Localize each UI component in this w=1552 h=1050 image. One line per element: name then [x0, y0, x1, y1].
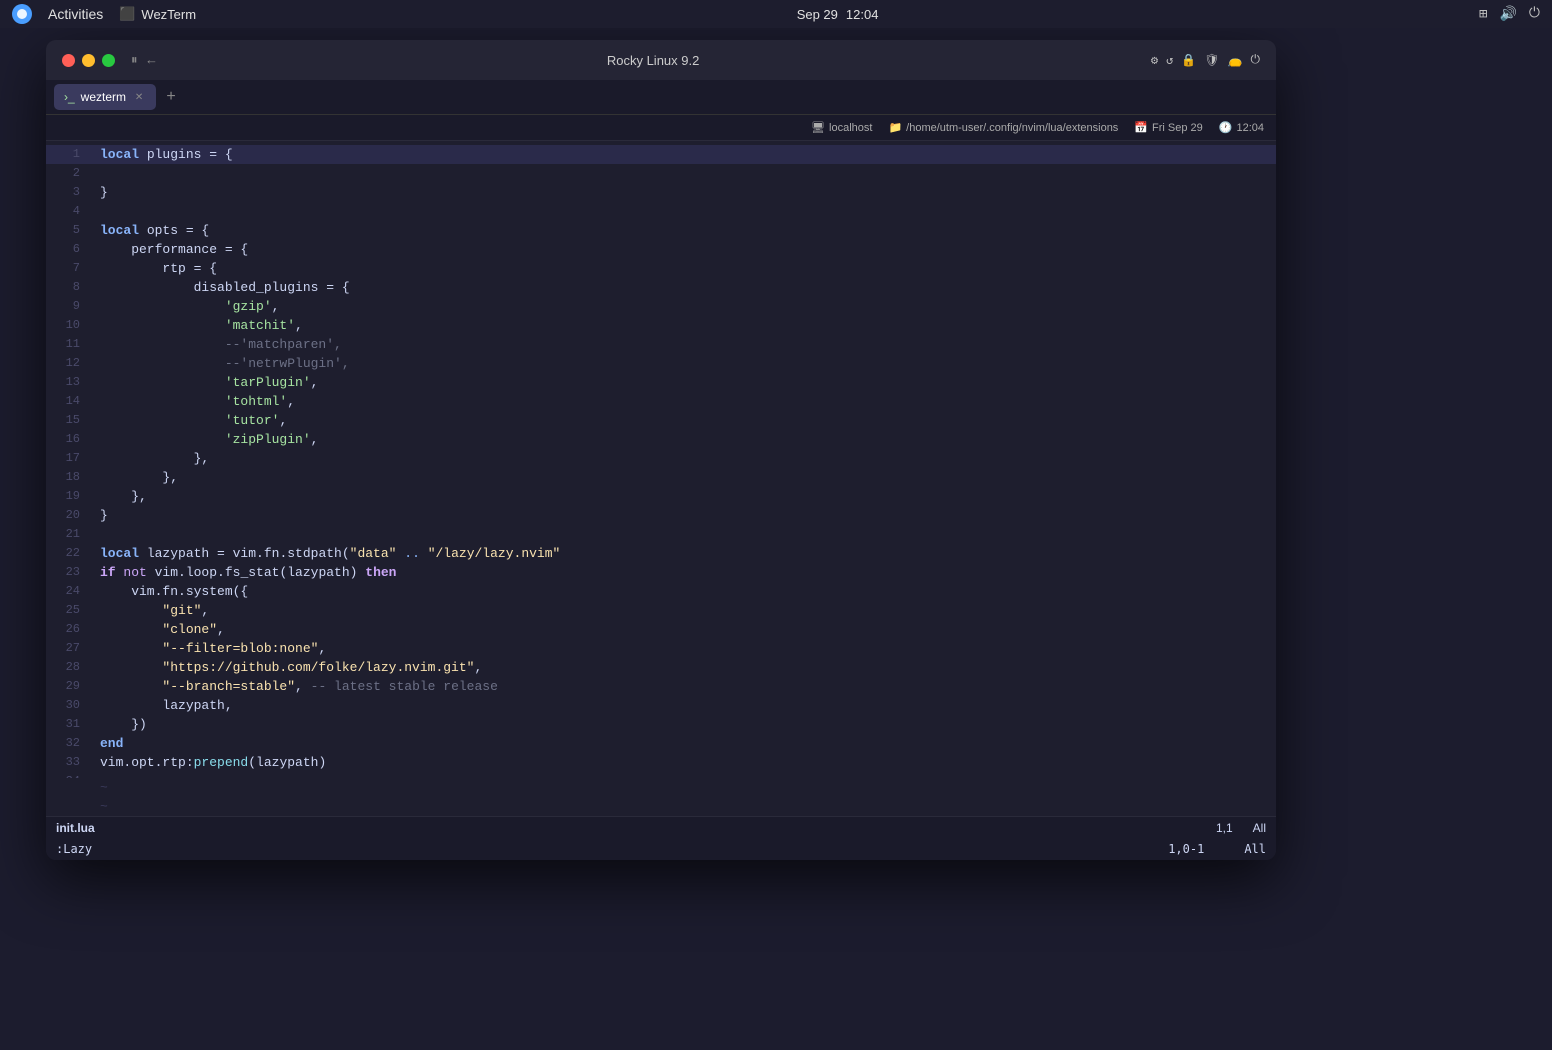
- folder-icon: 📁: [888, 121, 902, 134]
- tilde-line-1: ~: [46, 778, 1276, 797]
- system-bar-center: Sep 29 12:04: [797, 7, 879, 22]
- code-line-25: 25 "git",: [46, 601, 1276, 620]
- code-line-18: 18 },: [46, 468, 1276, 487]
- host-icon: 🖥: [811, 121, 825, 134]
- status-position: 1,1: [1216, 821, 1233, 835]
- code-line-20: 20}: [46, 506, 1276, 525]
- code-line-11: 11 --'matchparen',: [46, 335, 1276, 354]
- code-line-19: 19 },: [46, 487, 1276, 506]
- tab-close-button[interactable]: ✕: [132, 90, 146, 104]
- code-line-10: 10 'matchit',: [46, 316, 1276, 335]
- code-line-27: 27 "--filter=blob:none",: [46, 639, 1276, 658]
- titlebar-right: ⚙ ↺ 🔒 🛡 👝 ⏻: [1151, 53, 1260, 68]
- code-line-13: 13 'tarPlugin',: [46, 373, 1276, 392]
- titlebar-controls: ⏸ ←: [131, 53, 155, 68]
- system-bar-left: Activities ⬛ WezTerm: [12, 4, 196, 24]
- desktop: Activities ⬛ WezTerm Sep 29 12:04 ⊞ 🔊 ⏻: [0, 0, 1552, 1050]
- code-line-33: 33vim.opt.rtp:prepend(lazypath): [46, 753, 1276, 772]
- path-label: /home/utm-user/.config/nvim/lua/extensio…: [906, 122, 1118, 134]
- status-right: 1,1 All: [1216, 821, 1266, 835]
- title-back-icon[interactable]: ↺: [1166, 53, 1173, 68]
- code-line-9: 9 'gzip',: [46, 297, 1276, 316]
- window-titlebar: ⏸ ← Rocky Linux 9.2 ⚙ ↺ 🔒 🛡 👝 ⏻: [46, 40, 1276, 80]
- info-time: 12:04: [1236, 122, 1264, 134]
- power-icon[interactable]: ⏻: [1529, 6, 1540, 22]
- title-power-icon[interactable]: ⏻: [1251, 53, 1261, 67]
- code-line-6: 6 performance = {: [46, 240, 1276, 259]
- code-line-12: 12 --'netrwPlugin',: [46, 354, 1276, 373]
- close-button[interactable]: [62, 54, 75, 67]
- code-line-22: 22local lazypath = vim.fn.stdpath("data"…: [46, 544, 1276, 563]
- info-date: Fri Sep 29: [1152, 122, 1203, 134]
- code-line-2: 2: [46, 164, 1276, 183]
- status-view: All: [1253, 821, 1266, 835]
- code-line-28: 28 "https://github.com/folke/lazy.nvim.g…: [46, 658, 1276, 677]
- network-icon[interactable]: ⊞: [1479, 6, 1487, 23]
- code-line-15: 15 'tutor',: [46, 411, 1276, 430]
- system-date: Sep 29: [797, 7, 838, 22]
- code-line-24: 24 vim.fn.system({: [46, 582, 1276, 601]
- time-info: 🕐 12:04: [1219, 121, 1264, 134]
- cmd-text: :Lazy: [56, 842, 92, 856]
- host-info: 🖥 localhost: [811, 121, 872, 134]
- minimize-button[interactable]: [82, 54, 95, 67]
- title-wallet-icon[interactable]: 👝: [1228, 53, 1243, 68]
- path-info: 📁 /home/utm-user/.config/nvim/lua/extens…: [888, 121, 1118, 134]
- traffic-lights: [62, 54, 115, 67]
- tab-label: wezterm: [81, 90, 126, 104]
- code-line-23: 23if not vim.loop.fs_stat(lazypath) then: [46, 563, 1276, 582]
- suspend-icon[interactable]: ⏸: [131, 53, 138, 68]
- calendar-icon: 📅: [1134, 121, 1148, 134]
- title-shield-icon[interactable]: 🛡: [1204, 53, 1219, 68]
- window-title: Rocky Linux 9.2: [167, 53, 1139, 68]
- code-line-5: 5local opts = {: [46, 221, 1276, 240]
- wezterm-taskbar[interactable]: ⬛ WezTerm: [119, 6, 196, 22]
- tab-terminal-icon: ›_: [64, 90, 75, 104]
- volume-icon[interactable]: 🔊: [1499, 6, 1516, 23]
- tilde-line-2: ~: [46, 797, 1276, 816]
- code-line-30: 30 lazypath,: [46, 696, 1276, 715]
- status-view2: All: [1244, 842, 1266, 856]
- date-info: 📅 Fri Sep 29: [1134, 121, 1202, 134]
- wezterm-icon: ⬛: [119, 6, 135, 22]
- code-line-8: 8 disabled_plugins = {: [46, 278, 1276, 297]
- new-tab-button[interactable]: +: [160, 86, 182, 108]
- cmd-line: :Lazy 1,0-1 All: [46, 838, 1276, 860]
- code-line-32: 32end: [46, 734, 1276, 753]
- host-label: localhost: [829, 122, 872, 134]
- status-filename: init.lua: [56, 821, 1216, 835]
- code-line-4: 4: [46, 202, 1276, 221]
- code-line-21: 21: [46, 525, 1276, 544]
- system-time: 12:04: [846, 7, 879, 22]
- clock-icon: 🕐: [1219, 121, 1233, 134]
- code-line-26: 26 "clone",: [46, 620, 1276, 639]
- code-line-29: 29 "--branch=stable", -- latest stable r…: [46, 677, 1276, 696]
- code-line-7: 7 rtp = {: [46, 259, 1276, 278]
- code-line-1: 1local plugins = {: [46, 145, 1276, 164]
- system-bar: Activities ⬛ WezTerm Sep 29 12:04 ⊞ 🔊 ⏻: [0, 0, 1552, 28]
- status-pos2: 1,0-1: [1168, 842, 1204, 856]
- wezterm-label: WezTerm: [141, 7, 196, 22]
- status-bar: init.lua 1,1 All: [46, 816, 1276, 838]
- tab-bar: ›_ wezterm ✕ +: [46, 80, 1276, 115]
- terminal-window: ⏸ ← Rocky Linux 9.2 ⚙ ↺ 🔒 🛡 👝 ⏻ ›_ wezte…: [46, 40, 1276, 860]
- code-line-17: 17 },: [46, 449, 1276, 468]
- back-icon[interactable]: ←: [148, 53, 156, 68]
- info-bar: 🖥 localhost 📁 /home/utm-user/.config/nvi…: [46, 115, 1276, 141]
- code-line-3: 3}: [46, 183, 1276, 202]
- code-line-31: 31 }): [46, 715, 1276, 734]
- title-settings-icon[interactable]: ⚙: [1151, 53, 1158, 68]
- code-line-16: 16 'zipPlugin',: [46, 430, 1276, 449]
- maximize-button[interactable]: [102, 54, 115, 67]
- tab-wezterm[interactable]: ›_ wezterm ✕: [54, 84, 156, 110]
- gnome-logo[interactable]: [12, 4, 32, 24]
- editor-area[interactable]: 1local plugins = {23}45local opts = {6 p…: [46, 141, 1276, 816]
- activities-label[interactable]: Activities: [48, 6, 103, 22]
- title-lock-icon[interactable]: 🔒: [1181, 53, 1196, 68]
- system-bar-right: ⊞ 🔊 ⏻: [1479, 6, 1540, 23]
- code-container: 1local plugins = {23}45local opts = {6 p…: [46, 141, 1276, 778]
- code-line-14: 14 'tohtml',: [46, 392, 1276, 411]
